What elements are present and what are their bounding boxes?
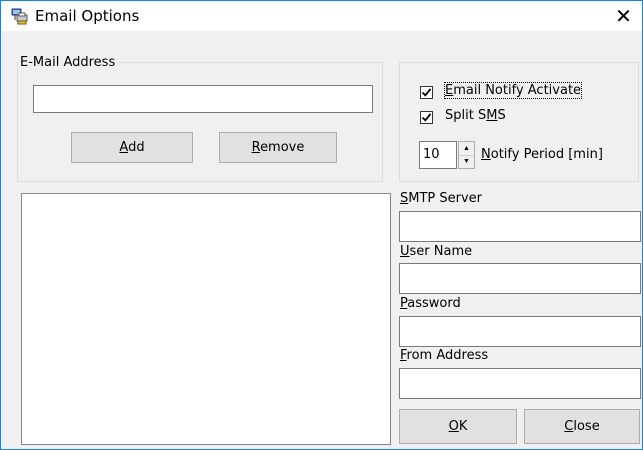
smtp-server-input[interactable] bbox=[399, 211, 641, 242]
notify-period-label: Notify Period [min] bbox=[481, 147, 603, 162]
close-icon[interactable]: ✕ bbox=[605, 1, 642, 31]
title-bar[interactable]: Email Options ✕ bbox=[1, 1, 642, 31]
remove-button-label: Remove bbox=[251, 140, 305, 155]
from-address-label: From Address bbox=[400, 348, 489, 363]
spin-up-arrow-icon[interactable]: ▲ bbox=[459, 142, 474, 156]
email-notify-activate-label[interactable]: Email Notify Activate bbox=[443, 82, 583, 99]
window-title: Email Options bbox=[35, 7, 140, 25]
add-button[interactable]: Add bbox=[71, 132, 193, 163]
notify-period-input[interactable]: 10 bbox=[419, 141, 457, 169]
smtp-server-label: SMTP Server bbox=[400, 191, 483, 206]
user-name-input[interactable] bbox=[399, 263, 641, 294]
printer-network-icon bbox=[11, 8, 29, 25]
split-sms-checkbox[interactable] bbox=[420, 111, 433, 124]
password-label: Password bbox=[400, 296, 461, 311]
from-address-input[interactable] bbox=[399, 368, 641, 399]
email-address-group bbox=[17, 62, 383, 182]
notify-period-value: 10 bbox=[423, 147, 440, 162]
add-button-label: Add bbox=[119, 140, 145, 155]
close-button-label: Close bbox=[564, 419, 600, 434]
user-name-label: User Name bbox=[400, 244, 473, 259]
email-address-input[interactable] bbox=[33, 85, 373, 113]
checkmark-icon bbox=[421, 88, 432, 97]
email-options-window: Email Options ✕ E-Mail Address Add Remov… bbox=[0, 0, 643, 450]
split-sms-label[interactable]: Split SMS bbox=[445, 108, 506, 123]
password-input[interactable] bbox=[399, 316, 641, 347]
spin-down-arrow-icon[interactable]: ▼ bbox=[459, 155, 474, 168]
close-button[interactable]: Close bbox=[524, 409, 640, 444]
email-address-list[interactable] bbox=[21, 193, 391, 445]
notify-period-spinner[interactable]: ▲ ▼ bbox=[458, 141, 475, 169]
email-address-group-label: E-Mail Address bbox=[18, 55, 118, 70]
email-notify-activate-checkbox[interactable] bbox=[420, 86, 433, 99]
checkmark-icon bbox=[421, 113, 432, 122]
ok-button[interactable]: OK bbox=[399, 409, 517, 444]
ok-button-label: OK bbox=[448, 419, 468, 434]
remove-button[interactable]: Remove bbox=[219, 132, 337, 163]
